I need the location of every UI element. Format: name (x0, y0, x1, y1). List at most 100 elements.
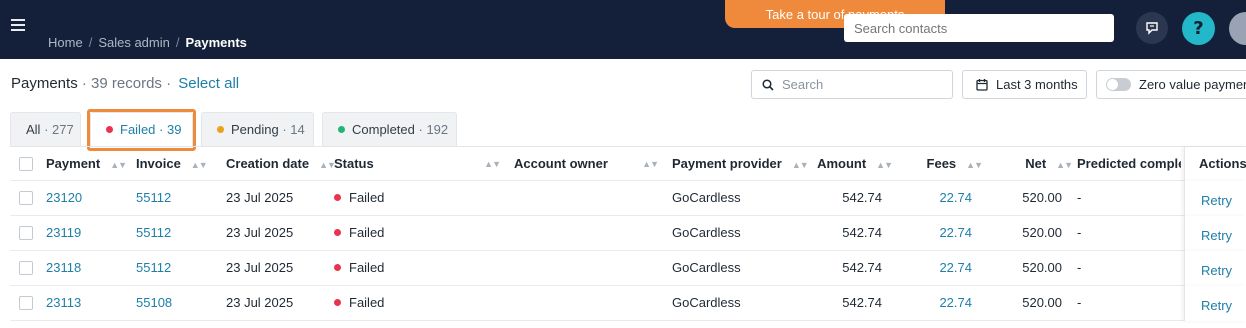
status-cell: Failed (334, 251, 384, 286)
creation-date: 23 Jul 2025 (226, 260, 294, 275)
completed-dot-icon (338, 126, 345, 134)
tab-all[interactable]: All · 277 (10, 112, 81, 146)
payment-provider: GoCardless (672, 190, 741, 205)
failed-dot-icon (334, 194, 341, 202)
invoice-link[interactable]: 55112 (136, 216, 171, 251)
net: 520.00 (1022, 190, 1062, 205)
row-checkbox[interactable] (19, 296, 33, 310)
predicted-completion: - (1077, 295, 1082, 310)
sort-icon: ▲▼ (110, 160, 127, 170)
search-box[interactable] (751, 70, 953, 99)
failed-dot-icon (106, 126, 113, 134)
breadcrumb-sales-admin[interactable]: Sales admin (98, 35, 170, 50)
status-cell: Failed (334, 181, 384, 216)
help-icon[interactable]: ? (1182, 12, 1215, 45)
col-status[interactable]: Status ▲▼ (334, 147, 501, 182)
search-input[interactable] (782, 77, 942, 92)
retry-button[interactable]: Retry (1184, 216, 1246, 251)
sort-icon: ▲▼ (966, 160, 983, 170)
row-checkbox[interactable] (19, 226, 33, 240)
payment-provider: GoCardless (672, 295, 741, 310)
net: 520.00 (1022, 225, 1062, 240)
col-fees[interactable]: Fees ▲▼ (910, 147, 983, 182)
row-checkbox[interactable] (19, 191, 33, 205)
fees-link[interactable]: 22.74 (910, 181, 972, 216)
table-row: 23120 55112 23 Jul 2025 Failed GoCardles… (10, 181, 1246, 216)
payment-link[interactable]: 23118 (46, 251, 81, 286)
failed-dot-icon (334, 229, 341, 237)
payments-table: Payment ▲▼ Invoice ▲▼ Creation date ▲▼ Stat… (10, 146, 1246, 321)
top-nav-bar: Home / Sales admin / Payments Take a tour of… (0, 0, 1246, 59)
tab-completed[interactable]: Completed · 192 (322, 112, 457, 146)
table-row: 23113 55108 23 Jul 2025 Failed GoCardles… (10, 286, 1246, 321)
col-payment-provider[interactable]: Payment provider ▲▼ (672, 147, 809, 182)
invoice-link[interactable]: 55112 (136, 181, 171, 216)
feedback-icon[interactable] (1136, 12, 1168, 44)
invoice-link[interactable]: 55108 (136, 286, 172, 321)
date-range-button[interactable]: Last 3 months (962, 70, 1087, 99)
col-creation-date[interactable]: Creation date ▲▼ (226, 147, 336, 182)
creation-date: 23 Jul 2025 (226, 295, 294, 310)
breadcrumb-home[interactable]: Home (48, 35, 83, 50)
col-account-owner[interactable]: Account owner ▲▼ (514, 147, 659, 182)
search-icon (762, 78, 774, 91)
select-all-link[interactable]: Select all (178, 75, 239, 92)
col-predicted-completion[interactable]: Predicted completion (1077, 147, 1181, 182)
fees-link[interactable]: 22.74 (910, 286, 972, 321)
net: 520.00 (1022, 260, 1062, 275)
contact-search-input[interactable] (844, 14, 1114, 42)
fees-link[interactable]: 22.74 (910, 251, 972, 286)
tab-pending[interactable]: Pending · 14 (201, 112, 314, 146)
breadcrumb: Home / Sales admin / Payments (48, 35, 247, 50)
payment-link[interactable]: 23120 (46, 181, 82, 216)
sort-icon: ▲▼ (190, 160, 208, 170)
row-checkbox[interactable] (19, 261, 33, 275)
avatar[interactable] (1229, 12, 1246, 45)
page-heading: Payments · 39 records · Select all (11, 75, 239, 92)
col-actions: Actions (1184, 147, 1246, 182)
select-all-checkbox[interactable] (19, 157, 33, 171)
page-title: Payments (11, 75, 78, 92)
calendar-icon (976, 79, 988, 91)
col-payment[interactable]: Payment ▲▼ (46, 147, 127, 182)
creation-date: 23 Jul 2025 (226, 190, 294, 205)
retry-button[interactable]: Retry (1184, 286, 1246, 321)
status-cell: Failed (334, 286, 384, 321)
failed-dot-icon (334, 299, 341, 307)
toggle-switch[interactable] (1106, 78, 1131, 91)
fees-link[interactable]: 22.74 (910, 216, 972, 251)
sort-icon: ▲▼ (484, 159, 501, 169)
zero-value-label: Zero value payments (1139, 77, 1246, 92)
predicted-completion: - (1077, 190, 1082, 205)
col-amount[interactable]: Amount ▲▼ (800, 147, 893, 182)
payment-provider: GoCardless (672, 225, 741, 240)
table-header: Payment ▲▼ Invoice ▲▼ Creation date ▲▼ Stat… (10, 146, 1246, 182)
retry-button[interactable]: Retry (1184, 181, 1246, 216)
pending-dot-icon (217, 126, 224, 134)
menu-icon[interactable] (11, 19, 25, 33)
table-row: 23118 55112 23 Jul 2025 Failed GoCardles… (10, 251, 1246, 286)
tab-failed[interactable]: Failed · 39 (90, 112, 193, 146)
amount: 542.74 (842, 295, 882, 310)
col-invoice[interactable]: Invoice ▲▼ (136, 147, 208, 182)
payment-provider: GoCardless (672, 260, 741, 275)
breadcrumb-current: Payments (185, 35, 247, 50)
amount: 542.74 (842, 260, 882, 275)
net: 520.00 (1022, 295, 1062, 310)
table-row: 23119 55112 23 Jul 2025 Failed GoCardles… (10, 216, 1246, 251)
zero-value-toggle[interactable]: Zero value payments (1096, 70, 1246, 99)
records-count: · 39 records · (81, 75, 172, 92)
payment-link[interactable]: 23119 (46, 216, 81, 251)
retry-button[interactable]: Retry (1184, 251, 1246, 286)
col-net[interactable]: Net ▲▼ (1000, 147, 1073, 182)
status-cell: Failed (334, 216, 384, 251)
creation-date: 23 Jul 2025 (226, 225, 294, 240)
payment-link[interactable]: 23113 (46, 286, 81, 321)
failed-dot-icon (334, 264, 341, 272)
sort-icon: ▲▼ (319, 160, 336, 170)
amount: 542.74 (842, 190, 882, 205)
amount: 542.74 (842, 225, 882, 240)
predicted-completion: - (1077, 225, 1082, 240)
sort-icon: ▲▼ (876, 160, 893, 170)
invoice-link[interactable]: 55112 (136, 251, 171, 286)
